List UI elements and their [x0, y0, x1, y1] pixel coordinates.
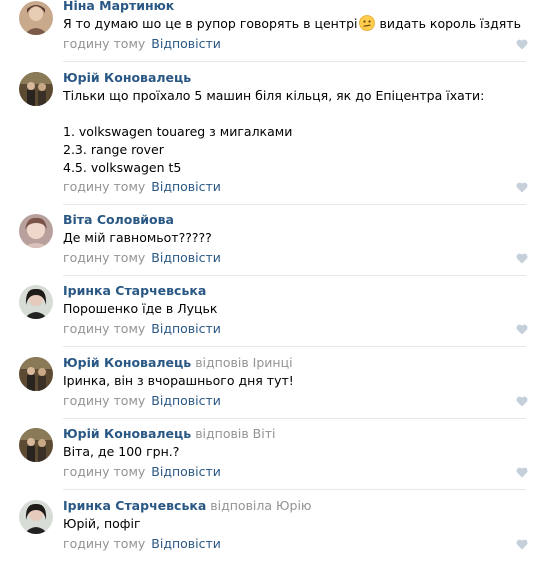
author-name[interactable]: Іринка Старчевська [63, 498, 206, 513]
comment-text: Віта, де 100 грн.? [63, 444, 180, 459]
reply-to-label[interactable]: відповів Віті [195, 426, 275, 441]
comment-time[interactable]: годину тому [63, 321, 145, 336]
comment-meta: годину тому Відповісти [63, 464, 221, 480]
comment-text: Порошенко їде в Луцьк [63, 301, 218, 316]
heart-icon[interactable] [516, 467, 528, 478]
avatar[interactable] [19, 72, 53, 106]
comment-meta: годину тому Відповісти [63, 36, 221, 52]
heart-icon[interactable] [516, 324, 528, 335]
confused-face-icon [358, 15, 375, 31]
comment-meta: годину тому Відповісти [63, 321, 221, 337]
reply-button[interactable]: Відповісти [151, 36, 221, 51]
divider [63, 489, 526, 490]
comment-meta: годину тому Відповісти [63, 250, 221, 266]
reply-to-label[interactable]: відповіла Юрію [210, 498, 311, 513]
comment-time[interactable]: годину тому [63, 179, 145, 194]
reply-button[interactable]: Відповісти [151, 250, 221, 265]
comment-time[interactable]: годину тому [63, 250, 145, 265]
author-name[interactable]: Юрій Коновалець [63, 70, 191, 85]
comment-meta: годину тому Відповісти [63, 179, 221, 195]
heart-icon[interactable] [516, 396, 528, 407]
comment-time[interactable]: годину тому [63, 536, 145, 551]
reply-button[interactable]: Відповісти [151, 179, 221, 194]
divider [63, 418, 526, 419]
comment-time[interactable]: годину тому [63, 36, 145, 51]
reply-button[interactable]: Відповісти [151, 393, 221, 408]
comment-text: Де мій гавномьот????? [63, 230, 212, 245]
heart-icon[interactable] [516, 39, 528, 50]
divider [63, 61, 526, 62]
avatar[interactable] [19, 214, 53, 248]
comment-meta: годину тому Відповісти [63, 393, 221, 409]
avatar[interactable] [19, 428, 53, 462]
author-name[interactable]: Юрій Коновалець [63, 426, 191, 441]
avatar[interactable] [19, 285, 53, 319]
comment-text: Я то думаю шо це в рупор говорять в цент… [63, 15, 521, 31]
comment-text: Іринка, він з вчорашнього дня тут! [63, 373, 294, 388]
divider [63, 346, 526, 347]
avatar[interactable] [19, 1, 53, 35]
heart-icon[interactable] [516, 539, 528, 550]
reply-to-label[interactable]: відповів Іринці [195, 355, 292, 370]
comment-meta: годину тому Відповісти [63, 536, 221, 552]
author-name[interactable]: Юрій Коновалець [63, 355, 191, 370]
avatar[interactable] [19, 357, 53, 391]
heart-icon[interactable] [516, 182, 528, 193]
reply-button[interactable]: Відповісти [151, 464, 221, 479]
comment-time[interactable]: годину тому [63, 464, 145, 479]
heart-icon[interactable] [516, 253, 528, 264]
avatar[interactable] [19, 500, 53, 534]
reply-button[interactable]: Відповісти [151, 536, 221, 551]
author-name[interactable]: Іринка Старчевська [63, 283, 206, 298]
reply-button[interactable]: Відповісти [151, 321, 221, 336]
divider [63, 275, 526, 276]
comment-text: Юрій, пофіг [63, 516, 141, 531]
author-name[interactable]: Ніна Мартинюк [63, 0, 174, 13]
author-name[interactable]: Віта Соловйова [63, 212, 174, 227]
comment-time[interactable]: годину тому [63, 393, 145, 408]
divider [63, 204, 526, 205]
comment-text: Тільки що проїхало 5 машин біля кільця, … [63, 88, 485, 175]
